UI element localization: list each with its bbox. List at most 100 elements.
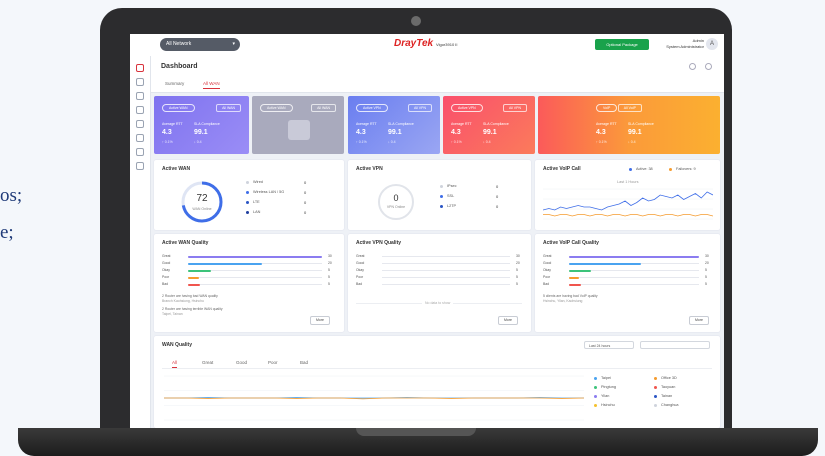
quality-label: Great <box>356 254 365 258</box>
vpn-icon[interactable] <box>136 92 144 100</box>
quality-row: Good 20 <box>356 261 524 267</box>
legend-label: Wireless LAN / 5G <box>253 190 285 194</box>
legend-dot <box>440 184 443 188</box>
stat-card-voip[interactable]: VoIP All VoIP Average RTT SLA Compliance… <box>538 96 720 154</box>
gear-icon[interactable] <box>136 162 144 170</box>
stat-card-wan[interactable]: Active WAN All WAN Average RTT SLA Compl… <box>154 96 249 154</box>
more-button[interactable]: More <box>689 316 709 325</box>
donut-value: 72 <box>196 193 208 204</box>
tab-great[interactable]: Great <box>202 360 213 365</box>
tab-all[interactable]: All <box>172 360 178 368</box>
donut-label: WAN Online <box>192 207 212 211</box>
stat-card-vpn-2[interactable]: Active VPN All VPN Average RTT SLA Compl… <box>443 96 535 154</box>
dashboard-icon[interactable] <box>136 64 144 72</box>
quality-value: 5 <box>516 275 518 279</box>
tab-poor[interactable]: Poor <box>268 360 278 365</box>
quality-value: 5 <box>328 268 330 272</box>
avatar[interactable]: A <box>706 38 718 50</box>
legend-item: LTE <box>246 200 260 204</box>
legend-item: Pingtung <box>594 385 616 389</box>
background-text-2: e; <box>0 222 14 243</box>
quality-label: Poor <box>356 275 364 279</box>
stat-value-2: 99.1 <box>194 129 208 136</box>
stat-label-1: Average RTT <box>162 122 183 126</box>
quality-rows: Great 30 Good 20 Okay 5 Poor 5 Bad 5 <box>543 254 713 288</box>
range-label: Last 1 Hours <box>617 180 639 184</box>
page-title: Dashboard <box>161 63 198 70</box>
quality-value: 5 <box>328 275 330 279</box>
legend-value: 0 <box>304 190 307 195</box>
legend-label: Hsinchu <box>601 403 615 407</box>
quality-label: Bad <box>356 282 363 286</box>
legend-label: L2TP <box>447 204 457 208</box>
stat-value-1: 4.3 <box>451 129 461 136</box>
legend-label: Failovers: 9 <box>676 167 696 171</box>
voip-icon[interactable] <box>136 106 144 114</box>
legend-dot <box>654 376 657 380</box>
legend-label: Taoyuan <box>661 385 676 389</box>
optional-package-button[interactable]: Optional Package <box>595 39 649 50</box>
voip-quality-card: Active VoIP Call Quality Great 30 Good 20 Ok… <box>535 234 720 332</box>
legend-label: Office 3D <box>661 376 677 380</box>
legend-item: Active: 38 <box>629 167 653 171</box>
more-button[interactable]: More <box>498 316 518 325</box>
legend-dot <box>246 210 249 214</box>
users-icon[interactable] <box>136 148 144 156</box>
wireless-icon[interactable] <box>136 134 144 142</box>
stat-label-1: Average RTT <box>596 122 617 126</box>
stat-card-wan-disabled[interactable]: Active WAN All WAN <box>252 96 344 154</box>
network-selector[interactable]: All Network ▾ <box>160 38 240 51</box>
quality-bar <box>569 262 641 265</box>
legend-item: LAN <box>246 210 260 214</box>
stat-label-1: Average RTT <box>451 122 472 126</box>
legend-dot <box>246 190 249 194</box>
stat-badge: All VPN <box>502 104 527 112</box>
card-title: Active VoIP Call <box>543 166 581 172</box>
legend-dot <box>629 167 632 171</box>
tab-good[interactable]: Good <box>236 360 247 365</box>
active-wan-card: Active WAN 72 WAN Online Wired 0 Wireles… <box>154 160 344 230</box>
quality-value: 20 <box>328 261 332 265</box>
account-info[interactable]: Admin System Administrator <box>656 38 704 50</box>
filter-input[interactable] <box>640 341 710 349</box>
period-label: Last 24 hours <box>589 344 611 348</box>
stat-sub-1: ↑ 0.1% <box>162 140 173 144</box>
note-line: 2 Router are having bad WAN quality <box>162 294 218 298</box>
quality-track <box>382 277 510 278</box>
settings-icon[interactable] <box>705 63 712 70</box>
quality-value: 30 <box>328 254 332 258</box>
security-icon[interactable] <box>136 120 144 128</box>
quality-row: Good 20 <box>543 261 713 267</box>
donut-value: 0 <box>393 193 399 203</box>
more-button[interactable]: More <box>310 316 330 325</box>
legend-dot <box>594 403 597 407</box>
voip-line-chart <box>543 188 713 220</box>
network-icon[interactable] <box>136 78 144 86</box>
tab-summary[interactable]: Summary <box>165 81 184 86</box>
refresh-icon[interactable] <box>689 63 696 70</box>
legend-dot <box>246 180 249 184</box>
card-title: Active WAN Quality <box>162 240 209 246</box>
legend-value: 0 <box>304 180 307 185</box>
quality-row: Okay 5 <box>356 268 524 274</box>
stat-pill: Active WAN <box>260 104 293 112</box>
tab-all-wan[interactable]: All WAN <box>203 81 220 89</box>
wan-quality-panel: WAN Quality Last 24 hours All Great Good… <box>154 336 720 428</box>
tab-bad[interactable]: Bad <box>300 360 308 365</box>
legend-dot <box>246 200 249 204</box>
camera-icon <box>411 16 421 26</box>
stat-sub-2: ↓ 0.4 <box>388 140 396 144</box>
placeholder-image-icon <box>288 120 310 140</box>
quality-track <box>569 277 699 278</box>
note-detail: Taipei, Tainan <box>162 311 183 316</box>
stat-value-1: 4.3 <box>162 129 172 136</box>
quality-value: 20 <box>516 261 520 265</box>
legend-label: LAN <box>253 210 261 214</box>
period-dropdown[interactable]: Last 24 hours <box>584 341 634 349</box>
quality-label: Good <box>356 261 365 265</box>
quality-value: 20 <box>705 261 709 265</box>
sidebar <box>130 56 151 428</box>
stat-card-vpn[interactable]: Active VPN All VPN Average RTT SLA Compl… <box>348 96 440 154</box>
legend-dot <box>594 394 597 398</box>
legend-item: Taipei <box>594 376 611 380</box>
